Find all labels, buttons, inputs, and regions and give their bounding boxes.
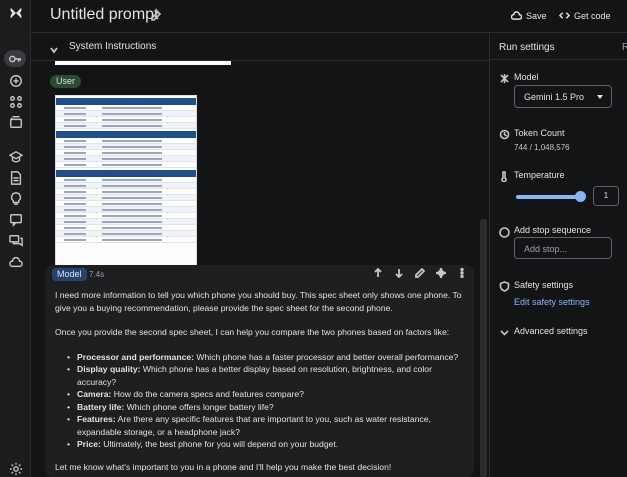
add-icon[interactable] [7, 72, 24, 89]
response-compare-intro: Once you provide the second spec sheet, … [55, 327, 450, 337]
run-settings-title: Run settings [499, 42, 555, 53]
thermometer-icon [499, 169, 510, 183]
chevron-down-icon[interactable] [499, 325, 510, 336]
spec-sheet-image [55, 95, 197, 289]
sparkle-icon[interactable] [435, 267, 447, 279]
model-label: Model [514, 72, 539, 82]
grid-icon[interactable] [7, 93, 24, 110]
chevron-down-icon [49, 42, 59, 54]
caret-down-icon [597, 95, 603, 99]
response-intro: I need more information to tell you whic… [55, 290, 462, 313]
temperature-input[interactable]: 1 [593, 186, 619, 206]
stop-sequence-label: Add stop sequence [514, 225, 592, 235]
more-vert-icon[interactable] [456, 267, 468, 279]
school-icon[interactable] [7, 148, 24, 165]
list-item: Battery life: Which phone offers longer … [67, 401, 465, 414]
cloud-save-icon [511, 11, 522, 20]
stop-sequence-input[interactable]: Add stop... [514, 237, 612, 259]
advanced-settings-toggle[interactable]: Advanced settings [514, 326, 588, 336]
cloud-icon[interactable] [7, 253, 24, 270]
library-icon[interactable] [7, 113, 24, 130]
safety-settings-label: Safety settings [514, 280, 574, 290]
scrollbar[interactable] [480, 219, 487, 477]
slider-thumb[interactable] [575, 191, 586, 202]
system-instructions-label: System Instructions [69, 41, 157, 52]
list-item: Camera: How do the camera specs and feat… [67, 388, 465, 401]
prompt-area: System Instructions User Model 7.4s I ne… [31, 33, 489, 477]
document-icon[interactable] [7, 169, 24, 186]
left-rail [0, 0, 31, 477]
token-count-value: 744 / 1,048,576 [514, 143, 570, 152]
list-item: Price: Ultimately, the best phone for yo… [67, 438, 465, 451]
token-count-label: Token Count [514, 128, 565, 138]
response-text: I need more information to tell you whic… [55, 289, 465, 477]
temperature-slider[interactable] [516, 191, 586, 202]
lightbulb-icon[interactable] [7, 190, 24, 207]
get-code-button[interactable]: Get code [559, 10, 611, 21]
model-response: Model 7.4s I need more information to te… [45, 265, 474, 477]
run-settings-cut-text: R [622, 42, 627, 53]
edit-safety-settings-link[interactable]: Edit safety settings [514, 297, 590, 307]
app-logo-icon[interactable] [7, 4, 24, 21]
shield-icon [499, 279, 510, 292]
page-title: Untitled prompt [50, 6, 159, 23]
temperature-label: Temperature [514, 170, 565, 180]
response-closing: Let me know what's important to you in a… [55, 461, 392, 472]
save-button[interactable]: Save [511, 10, 547, 21]
code-icon [559, 12, 570, 19]
previous-image-edge [55, 61, 231, 65]
save-label: Save [526, 10, 547, 21]
run-settings-panel: Run settings R Model Gemini 1.5 Pro Toke… [489, 33, 627, 477]
arrow-up-icon[interactable] [372, 267, 384, 279]
arrow-down-icon[interactable] [393, 267, 405, 279]
forum-icon[interactable] [7, 232, 24, 249]
model-icon [499, 71, 510, 83]
token-icon [499, 127, 510, 140]
settings-icon[interactable] [7, 460, 24, 477]
edit-title-icon[interactable] [150, 9, 162, 21]
model-select[interactable]: Gemini 1.5 Pro [514, 85, 612, 108]
chat-icon[interactable] [7, 211, 24, 228]
model-value: Gemini 1.5 Pro [524, 92, 585, 102]
factor-list: Processor and performance: Which phone h… [67, 351, 465, 451]
key-icon[interactable] [4, 50, 26, 67]
stop-icon [499, 225, 510, 238]
list-item: Processor and performance: Which phone h… [67, 351, 465, 364]
list-item: Display quality: Which phone has a bette… [67, 363, 465, 388]
response-time: 7.4s [89, 270, 105, 279]
response-toolbar [372, 267, 468, 279]
header: Untitled prompt Save Get code [31, 0, 627, 33]
get-code-label: Get code [574, 10, 611, 21]
user-role-badge: User [50, 75, 82, 88]
model-role-badge: Model [52, 268, 87, 281]
list-item: Features: Are there any specific feature… [67, 413, 465, 438]
edit-icon[interactable] [414, 267, 426, 279]
system-instructions-toggle[interactable]: System Instructions [31, 33, 489, 61]
